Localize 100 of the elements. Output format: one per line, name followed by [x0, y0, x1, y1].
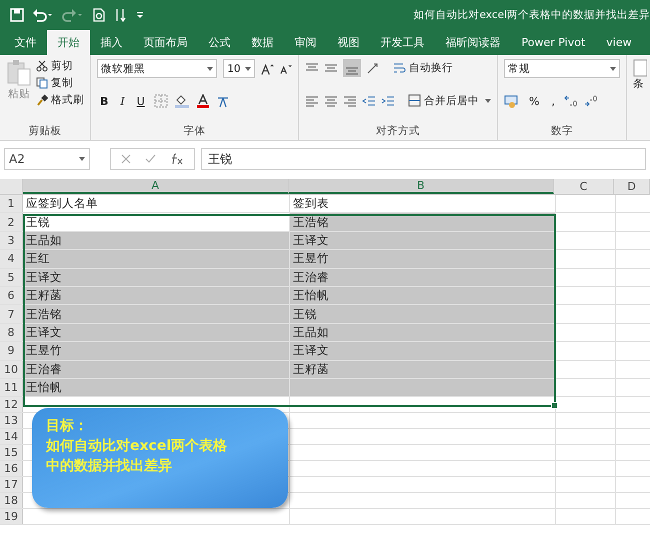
conditional-format-button[interactable]: 条 — [633, 77, 644, 91]
ribbon-tab[interactable]: view — [596, 30, 642, 55]
table-cell: 王昱竹 — [290, 250, 556, 268]
font-color-icon[interactable] — [196, 94, 210, 108]
table-cell: 王怡帆 — [290, 286, 556, 304]
ribbon-tab[interactable]: 开始 — [47, 30, 90, 55]
row-header[interactable]: 10 — [0, 360, 23, 378]
align-center-icon[interactable] — [324, 94, 338, 108]
ribbon-tab[interactable]: 插入 — [90, 30, 133, 55]
ribbon-tab[interactable]: 公式 — [198, 30, 241, 55]
italic-button[interactable]: I — [117, 94, 128, 108]
scissors-icon — [36, 60, 48, 72]
save-icon[interactable] — [10, 8, 24, 22]
row-header[interactable]: 5 — [0, 268, 23, 286]
table-cell: 王籽菡 — [23, 286, 290, 304]
merge-center-button[interactable]: 合并后居中 — [408, 94, 491, 108]
column-header[interactable]: D — [614, 179, 650, 194]
window-title: 如何自动比对excel两个表格中的数据并找出差异 — [414, 8, 650, 22]
decrease-indent-icon[interactable] — [362, 94, 376, 108]
row-header[interactable]: 2 — [0, 213, 23, 231]
align-right-icon[interactable] — [343, 94, 357, 108]
sort-icon[interactable] — [114, 8, 128, 22]
table-cell: 王籽菡 — [290, 360, 556, 378]
insert-function-icon[interactable] — [170, 153, 184, 165]
conditional-format-icon[interactable] — [633, 59, 647, 77]
ribbon-tab[interactable]: 视图 — [327, 30, 370, 55]
grow-font-icon[interactable] — [261, 62, 274, 76]
row-header[interactable]: 12 — [0, 397, 23, 412]
ribbon-tab[interactable]: 福昕阅读器 — [435, 30, 511, 55]
table-cell: 王品如 — [290, 324, 556, 342]
bold-button[interactable]: B — [97, 94, 112, 108]
column-header[interactable]: A — [22, 179, 289, 194]
table-cell: 王怡帆 — [23, 378, 290, 396]
dropdown-caret-icon — [79, 157, 85, 161]
dropdown-caret-icon — [485, 98, 491, 102]
callout-text: 中的数据并找出差异 — [46, 457, 173, 476]
group-label: 字体 — [184, 124, 206, 138]
customize-dropdown-icon[interactable] — [136, 10, 144, 20]
ribbon-tab[interactable]: 数据 — [241, 30, 284, 55]
font-size-field[interactable]: 10 — [223, 59, 256, 78]
table-cell: 签到表 — [290, 195, 556, 212]
row-header[interactable]: 1 — [0, 195, 23, 212]
table-cell: 王浩铭 — [23, 305, 290, 323]
group-label: 剪贴板 — [28, 124, 62, 138]
underline-button[interactable]: U — [134, 94, 148, 108]
decrease-decimal-icon[interactable] — [584, 95, 598, 107]
ribbon-tab[interactable]: 文件 — [4, 30, 47, 55]
column-header[interactable]: B — [288, 179, 554, 194]
table-cell: 王昱竹 — [23, 342, 290, 360]
increase-decimal-icon[interactable] — [564, 95, 578, 107]
row-header[interactable]: 18 — [0, 493, 23, 508]
increase-indent-icon[interactable] — [381, 94, 395, 108]
row-header[interactable]: 8 — [0, 324, 23, 342]
orientation-icon[interactable] — [366, 61, 380, 75]
table-cell: 王译文 — [23, 324, 290, 342]
table-cell: 王治睿 — [290, 268, 556, 286]
row-header[interactable]: 19 — [0, 509, 23, 524]
align-bottom-icon[interactable] — [343, 59, 361, 77]
align-left-icon[interactable] — [305, 94, 319, 108]
shrink-font-icon[interactable] — [280, 62, 292, 74]
table-cell: 王治睿 — [23, 360, 290, 378]
wrap-text-icon — [393, 62, 406, 74]
row-header[interactable]: 13 — [0, 413, 23, 428]
dropdown-caret-icon — [207, 66, 214, 70]
row-header[interactable]: 15 — [0, 445, 23, 460]
paintbrush-icon — [36, 94, 48, 106]
formula-field[interactable]: 王锐 — [201, 148, 646, 170]
ribbon-tab[interactable]: 审阅 — [284, 30, 327, 55]
currency-icon[interactable] — [504, 94, 520, 108]
table-cell: 应签到人名单 — [23, 195, 290, 212]
comma-button[interactable]: , — [548, 94, 558, 108]
row-header[interactable]: 17 — [0, 477, 23, 492]
row-header[interactable]: 16 — [0, 461, 23, 476]
row-header[interactable]: 9 — [0, 342, 23, 360]
column-header[interactable]: C — [554, 179, 614, 194]
ribbon-tab[interactable]: 页面布局 — [133, 30, 198, 55]
callout-text: 如何自动比对excel两个表格 — [46, 437, 228, 456]
undo-icon[interactable] — [32, 8, 54, 22]
borders-icon[interactable] — [154, 94, 168, 108]
group-label: 对齐方式 — [376, 124, 420, 138]
print-preview-icon[interactable] — [92, 8, 106, 22]
ribbon-tab[interactable]: Power Pivot — [511, 30, 596, 55]
font-name-field[interactable]: 微软雅黑 — [97, 59, 218, 78]
table-cell: 王译文 — [23, 268, 290, 286]
fill-color-icon[interactable] — [174, 94, 190, 108]
ribbon-tab[interactable]: 开发工具 — [370, 30, 435, 55]
format-painter-button[interactable]: 格式刷 — [36, 93, 84, 107]
cut-button[interactable]: 剪切 — [36, 59, 84, 73]
group-label: 数字 — [551, 124, 573, 138]
row-header[interactable]: 4 — [0, 250, 23, 268]
copy-button[interactable]: 复制 — [36, 76, 84, 90]
row-header[interactable]: 14 — [0, 429, 23, 444]
wrap-text-button[interactable]: 自动换行 — [393, 61, 453, 75]
name-box[interactable]: A2 — [4, 148, 90, 170]
row-header[interactable]: 7 — [0, 305, 23, 323]
row-header[interactable]: 11 — [0, 378, 23, 396]
row-header[interactable]: 6 — [0, 286, 23, 304]
row-header[interactable]: 3 — [0, 232, 23, 250]
number-format-field[interactable]: 常规 — [504, 59, 620, 78]
percent-button[interactable]: % — [526, 94, 542, 108]
